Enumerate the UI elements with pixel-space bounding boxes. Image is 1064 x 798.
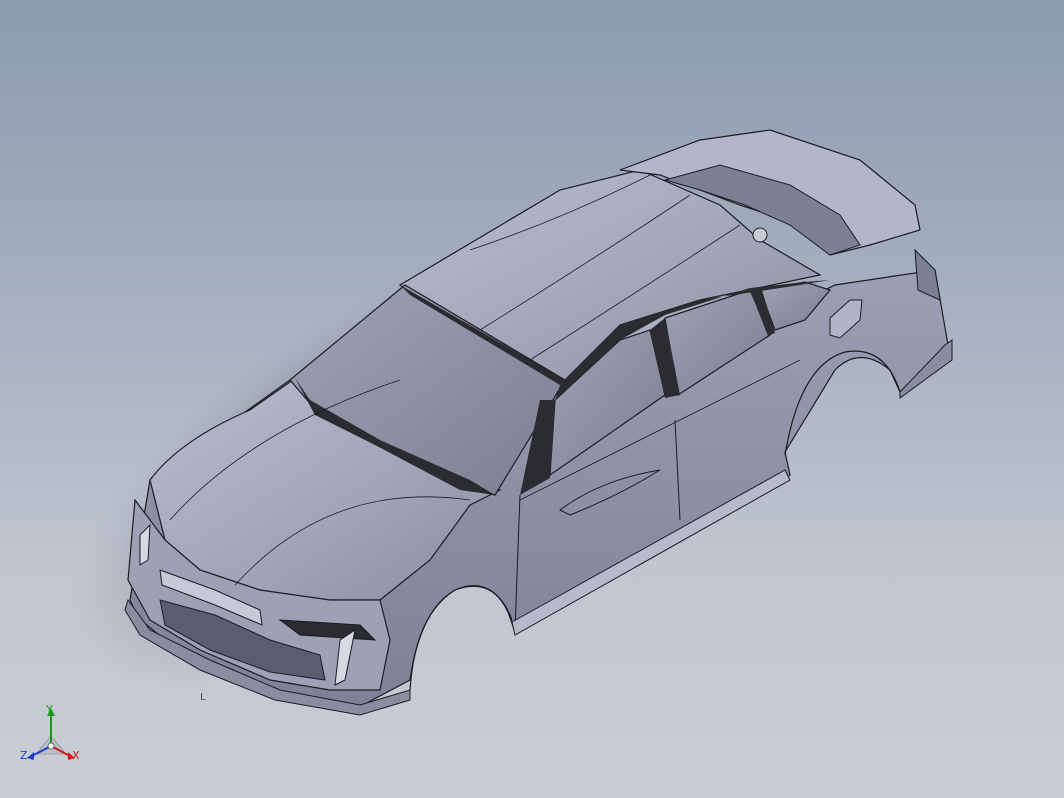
triad-x-label: X: [72, 749, 80, 762]
triad-z-label: Z: [20, 749, 28, 762]
interior-mount-detail: [752, 227, 768, 243]
car-body-model[interactable]: [0, 0, 1064, 798]
reference-triad: Y X Z: [18, 702, 88, 772]
triad-y-label: Y: [46, 703, 53, 716]
graphics-viewport[interactable]: L Y X Z: [0, 0, 1064, 798]
cursor-mark: L: [200, 692, 206, 703]
